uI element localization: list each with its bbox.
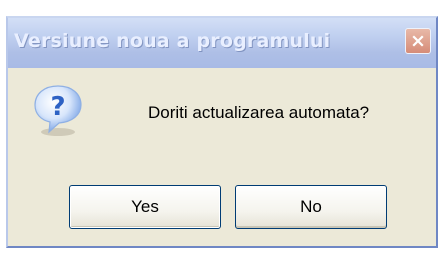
svg-text:?: ? [50,92,65,122]
close-button[interactable] [405,28,431,54]
title-bar[interactable]: Versiune noua a programului [8,18,436,68]
dialog-content: ? Doriti actualizarea automata? Yes No [8,68,436,246]
yes-button[interactable]: Yes [69,185,221,229]
dialog-title: Versiune noua a programului [14,30,331,52]
dialog-message: Doriti actualizarea automata? [148,103,370,122]
no-button[interactable]: No [235,185,387,229]
dialog-window: Versiune noua a programului ? Doriti act… [6,16,438,248]
close-icon [412,35,424,47]
question-icon: ? [34,85,82,136]
